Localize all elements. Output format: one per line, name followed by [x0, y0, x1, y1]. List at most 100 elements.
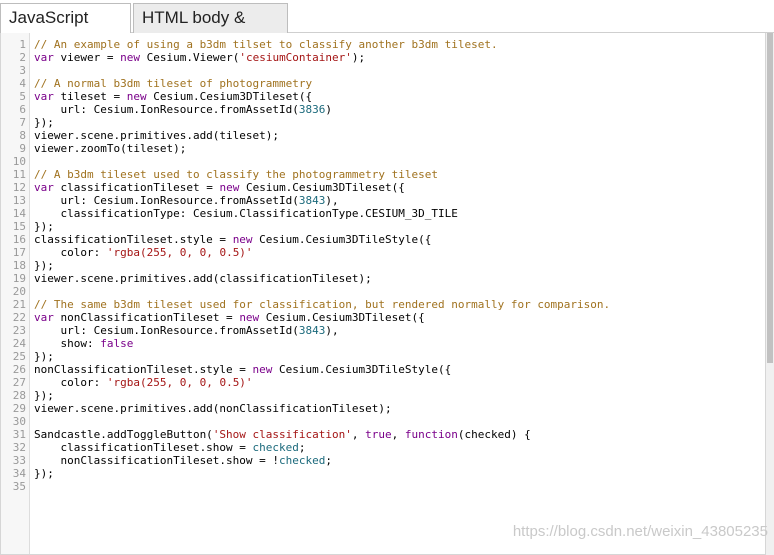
code-token: tileset = — [53, 90, 127, 103]
code-token: viewer.scene.primitives.add(nonClassific… — [34, 402, 392, 415]
code-text: viewer.scene.primitives.add(classificati… — [34, 272, 372, 285]
line-number: 6 — [19, 103, 26, 116]
code-token: viewer.scene.primitives.add(tileset); — [34, 129, 280, 142]
code-token: show: — [34, 337, 101, 350]
line-number: 28 — [12, 389, 26, 402]
code-token: var — [34, 90, 54, 103]
code-token: url: Cesium.IonResource.fromAssetId( — [34, 194, 299, 207]
line-number: 23 — [12, 324, 26, 337]
line-number: 19 — [12, 272, 26, 285]
code-text: viewer.zoomTo(tileset); — [34, 142, 186, 155]
tab-bar: JavaScript code HTML body & CSS — [0, 0, 774, 55]
line-number: 8 — [19, 129, 26, 142]
code-token: // A b3dm tileset used to classify the p… — [34, 168, 438, 181]
line-number: 31 — [12, 428, 26, 441]
code-token: classificationType: Cesium.Classificatio… — [34, 207, 458, 220]
code-token: Cesium.Cesium3DTileset({ — [259, 311, 425, 324]
code-token: url: Cesium.IonResource.fromAssetId( — [34, 103, 299, 116]
code-token: Cesium.Cesium3DTileStyle({ — [272, 363, 452, 376]
line-number: 25 — [12, 350, 26, 363]
code-text: // A b3dm tileset used to classify the p… — [34, 168, 438, 181]
code-text: }); — [34, 116, 54, 129]
code-text: var viewer = new Cesium.Viewer('cesiumCo… — [34, 51, 365, 64]
line-number: 35 — [12, 480, 26, 493]
code-token: url: Cesium.IonResource.fromAssetId( — [34, 324, 299, 337]
line-number: 5 — [19, 90, 26, 103]
code-token: 'cesiumContainer' — [239, 51, 352, 64]
scrollbar-thumb[interactable] — [767, 33, 773, 363]
code-token: 'rgba(255, 0, 0, 0.5)' — [106, 246, 253, 259]
line-number: 27 — [12, 376, 26, 389]
code-token: }); — [34, 467, 54, 480]
code-token: }); — [34, 350, 54, 363]
code-token: 3836 — [298, 103, 326, 116]
code-token: }); — [34, 116, 54, 129]
line-number: 17 — [12, 246, 26, 259]
code-token: classificationTileset = — [53, 181, 220, 194]
line-number: 1 — [19, 38, 26, 51]
line-number: 26 — [12, 363, 26, 376]
code-token: 3843 — [298, 194, 326, 207]
code-token: ) — [325, 103, 333, 116]
line-number: 3 — [19, 64, 26, 77]
code-text: classificationType: Cesium.Classificatio… — [34, 207, 458, 220]
line-number: 34 — [12, 467, 26, 480]
code-token: // A normal b3dm tileset of photogrammet… — [34, 77, 313, 90]
code-text: url: Cesium.IonResource.fromAssetId(3836… — [34, 103, 332, 116]
code-token: viewer = — [53, 51, 121, 64]
vertical-scrollbar[interactable] — [766, 33, 774, 555]
code-token: new — [239, 311, 260, 324]
code-token: color: — [34, 376, 107, 389]
code-token: classificationTileset.style = — [34, 233, 233, 246]
code-token: Cesium.Cesium3DTileset({ — [146, 90, 313, 103]
code-token: (checked) { — [457, 428, 531, 441]
code-token: var — [34, 311, 54, 324]
line-number: 12 — [12, 181, 26, 194]
code-token: , — [351, 428, 366, 441]
watermark-text: https://blog.csdn.net/weixin_43805235 — [512, 523, 768, 540]
code-token: color: — [34, 246, 107, 259]
code-text: }); — [34, 467, 54, 480]
code-token: 'Show classification' — [212, 428, 352, 441]
code-token: false — [100, 337, 134, 350]
code-token: }); — [34, 389, 54, 402]
code-token: Cesium.Cesium3DTileStyle({ — [252, 233, 432, 246]
line-number: 7 — [19, 116, 26, 129]
code-token: }); — [34, 259, 54, 272]
code-text: var classificationTileset = new Cesium.C… — [34, 181, 405, 194]
code-token: ); — [351, 51, 366, 64]
code-token: Cesium.Viewer( — [139, 51, 240, 64]
code-token: ; — [298, 441, 306, 454]
line-number: 21 — [12, 298, 26, 311]
line-number: 14 — [12, 207, 26, 220]
code-text: }); — [34, 389, 54, 402]
code-token: viewer.scene.primitives.add(classificati… — [34, 272, 372, 285]
code-token: new — [219, 181, 240, 194]
code-token: Sandcastle.addToggleButton( — [34, 428, 213, 441]
code-token: new — [252, 363, 273, 376]
code-token: checked — [252, 441, 299, 454]
tab-javascript-code[interactable]: JavaScript code — [0, 3, 131, 55]
code-token: // The same b3dm tileset used for classi… — [34, 298, 611, 311]
line-number: 9 — [19, 142, 26, 155]
code-text: }); — [34, 259, 54, 272]
line-number: 29 — [12, 402, 26, 415]
line-number: 20 — [12, 285, 26, 298]
code-text: classificationTileset.show = checked; — [34, 441, 306, 454]
code-text: // The same b3dm tileset used for classi… — [34, 298, 610, 311]
line-number: 30 — [12, 415, 26, 428]
code-token: classificationTileset.show = — [34, 441, 253, 454]
code-token: new — [120, 51, 140, 64]
code-editor[interactable]: 1 // An example of using a b3dm tilset to… — [0, 33, 766, 555]
code-token: var — [34, 181, 54, 194]
code-token: 'rgba(255, 0, 0, 0.5)' — [106, 376, 253, 389]
line-number: 16 — [12, 233, 26, 246]
tab-html-body-css[interactable]: HTML body & CSS — [133, 3, 288, 55]
code-token: viewer.zoomTo(tileset); — [34, 142, 187, 155]
line-number: 11 — [12, 168, 26, 181]
line-number: 4 — [19, 77, 26, 90]
code-token: nonClassificationTileset = — [53, 311, 240, 324]
line-number: 32 — [12, 441, 26, 454]
code-text: show: false — [34, 337, 133, 350]
line-number: 13 — [12, 194, 26, 207]
